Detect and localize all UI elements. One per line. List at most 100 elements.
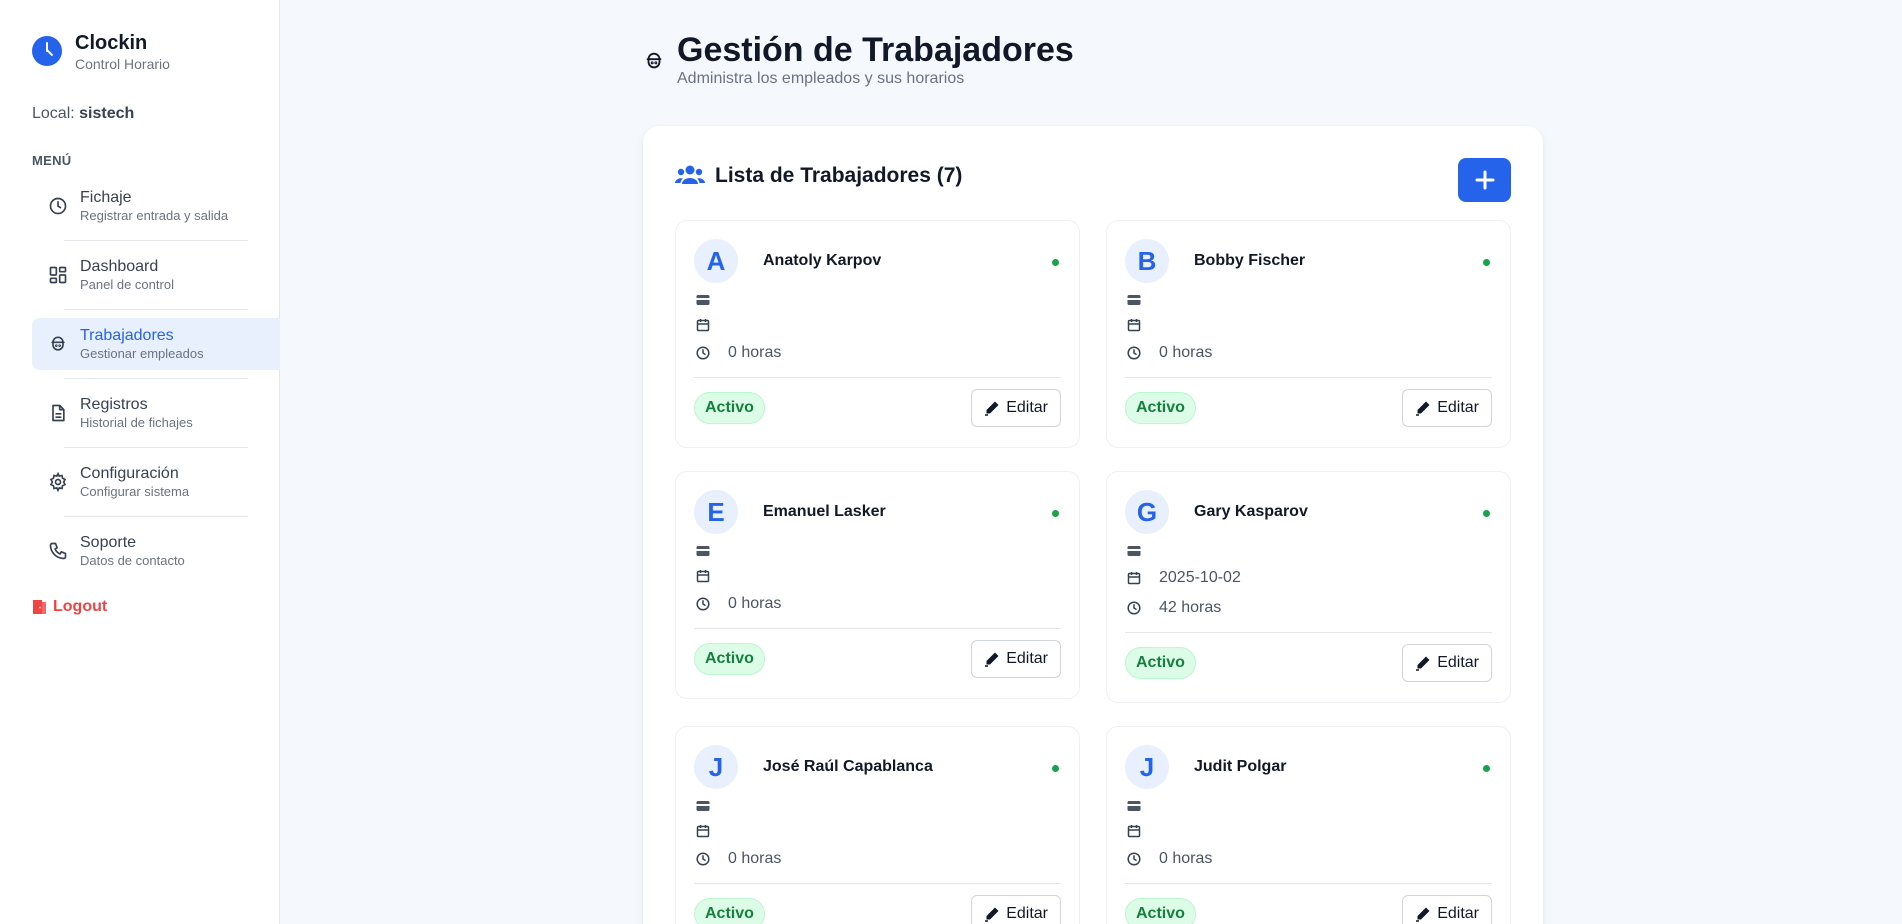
brand-title: Clockin [75, 32, 148, 54]
status-dot [1483, 510, 1490, 517]
edit-label: Editar [1006, 650, 1048, 667]
clock-icon [1127, 601, 1141, 615]
id-card-icon [696, 295, 710, 305]
sidebar-item-title: Configuración [80, 464, 179, 482]
sidebar-item-title: Dashboard [80, 257, 159, 275]
users-icon [675, 165, 705, 184]
worker-card-row [1127, 293, 1159, 307]
calendar-icon [1127, 572, 1141, 585]
status-badge: Activo [1125, 898, 1196, 924]
sidebar-item-trabajadores[interactable]: Trabajadores Gestionar empleados [32, 318, 280, 379]
sidebar-item-dashboard[interactable]: Dashboard Panel de control [32, 249, 280, 310]
edit-label: Editar [1006, 399, 1048, 416]
status-badge: Activo [694, 643, 765, 675]
worker-card-row [1127, 544, 1159, 558]
avatar: B [1125, 239, 1169, 283]
edit-button[interactable]: Editar [1402, 644, 1492, 682]
sidebar-item-registros[interactable]: Registros Historial de fichajes [32, 387, 280, 448]
worker-hours-row: 0 horas [696, 595, 781, 613]
pencil-icon [985, 907, 999, 922]
page-title: Gestión de Trabajadores [677, 31, 1074, 69]
worker-date: 2025-10-02 [1159, 569, 1241, 586]
edit-button[interactable]: Editar [1402, 389, 1492, 427]
calendar-icon [696, 570, 710, 583]
logout-button[interactable]: Logout [32, 598, 107, 616]
clock-icon [1127, 346, 1141, 360]
worker-card: J Judit Polgar 0 horas Activo Editar [1106, 726, 1511, 924]
worker-name: Judit Polgar [1194, 758, 1287, 775]
card-divider [1125, 377, 1492, 378]
local-label: Local: [32, 105, 75, 122]
worker-card-row [696, 544, 728, 558]
worker-card-row [696, 293, 728, 307]
worker-card: G Gary Kasparov 2025-10-02 42 horas Acti… [1106, 471, 1511, 703]
calendar-icon [1127, 319, 1141, 332]
menu-label: MENÚ [32, 153, 72, 168]
worker-hours-row: 0 horas [1127, 850, 1212, 868]
edit-label: Editar [1006, 905, 1048, 922]
pencil-icon [1416, 907, 1430, 922]
card-divider [694, 377, 1061, 378]
worker-date-row [696, 318, 728, 332]
card-divider [694, 883, 1061, 884]
worker-card-row [696, 799, 728, 813]
avatar: E [694, 490, 738, 534]
status-badge: Activo [1125, 647, 1196, 679]
card-divider [1125, 632, 1492, 633]
status-dot [1052, 765, 1059, 772]
edit-button[interactable]: Editar [971, 640, 1061, 678]
worker-hours: 0 horas [1159, 344, 1213, 361]
brand[interactable]: Clockin Control Horario [32, 32, 170, 72]
sidebar-item-soporte[interactable]: Soporte Datos de contacto [32, 525, 280, 577]
card-divider [1125, 883, 1492, 884]
status-badge: Activo [1125, 392, 1196, 424]
page-header: Gestión de Trabajadores Administra los e… [643, 30, 1074, 88]
worker-card: B Bobby Fischer 0 horas Activo Editar [1106, 220, 1511, 448]
add-worker-button[interactable] [1458, 158, 1511, 202]
clock-icon [1127, 852, 1141, 866]
edit-label: Editar [1437, 654, 1479, 671]
worker-name: Emanuel Lasker [763, 503, 886, 520]
panel-title: Lista de Trabajadores (7) [715, 164, 963, 187]
pencil-icon [985, 652, 999, 667]
edit-button[interactable]: Editar [971, 895, 1061, 924]
worker-hours: 42 horas [1159, 599, 1222, 616]
status-badge: Activo [694, 392, 765, 424]
worker-hours-row: 42 horas [1127, 599, 1221, 617]
clock-icon [696, 852, 710, 866]
status-dot [1052, 259, 1059, 266]
worker-icon [646, 52, 662, 69]
sidebar-item-title: Fichaje [80, 188, 132, 206]
worker-date-row [1127, 824, 1159, 838]
status-badge: Activo [694, 898, 765, 924]
sidebar-item-configuracion[interactable]: Configuración Configurar sistema [32, 456, 280, 517]
id-card-icon [696, 546, 710, 556]
worker-hours-row: 0 horas [1127, 344, 1212, 362]
worker-hours-row: 0 horas [696, 344, 781, 362]
edit-label: Editar [1437, 399, 1479, 416]
worker-card: J José Raúl Capablanca 0 horas Activo Ed… [675, 726, 1080, 924]
worker-hours: 0 horas [728, 595, 782, 612]
edit-button[interactable]: Editar [971, 389, 1061, 427]
worker-card-row [1127, 799, 1159, 813]
local-value: sistech [79, 105, 135, 122]
id-card-icon [1127, 546, 1141, 556]
sidebar-item-title: Trabajadores [80, 326, 174, 344]
worker-date-row: 2025-10-02 [1127, 569, 1241, 587]
sidebar-item-subtitle: Historial de fichajes [80, 414, 193, 430]
avatar: A [694, 239, 738, 283]
sidebar-item-subtitle: Registrar entrada y salida [80, 207, 229, 223]
workers-panel: Lista de Trabajadores (7) A Anatoly Karp… [643, 126, 1543, 924]
brand-subtitle: Control Horario [75, 56, 170, 72]
clock-logo-icon [32, 36, 62, 66]
panel-header: Lista de Trabajadores (7) [675, 164, 962, 188]
worker-hours: 0 horas [1159, 850, 1213, 867]
avatar: J [1125, 745, 1169, 789]
sidebar-item-title: Soporte [80, 533, 137, 551]
sidebar-item-title: Registros [80, 395, 148, 413]
worker-date-row [696, 824, 728, 838]
status-dot [1052, 510, 1059, 517]
sidebar-item-fichaje[interactable]: Fichaje Registrar entrada y salida [32, 180, 280, 241]
calendar-icon [696, 825, 710, 838]
edit-button[interactable]: Editar [1402, 895, 1492, 924]
